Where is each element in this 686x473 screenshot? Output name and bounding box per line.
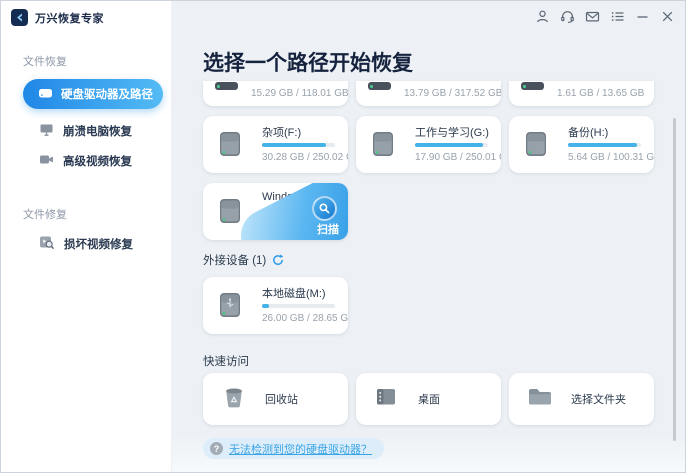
quick-access-label: 桌面	[418, 391, 440, 407]
quick-access-section: 快速访问	[203, 353, 249, 369]
drive-name: 备份(H:)	[568, 124, 608, 140]
drive-size: 13.79 GB / 317.52 GB	[404, 88, 501, 99]
drive-card-f[interactable]: 杂项(F:) 30.28 GB / 250.02 GB	[203, 116, 348, 173]
refresh-icon[interactable]	[272, 254, 284, 266]
section-file-recovery: 文件恢复	[23, 53, 67, 69]
scan-button[interactable]	[312, 196, 337, 221]
usage-bar	[568, 143, 641, 147]
hard-drive-icon	[38, 85, 53, 103]
quick-access-label: 选择文件夹	[571, 391, 626, 407]
page-title: 选择一个路径开始恢复	[203, 47, 413, 77]
support-headset-icon[interactable]	[559, 8, 575, 24]
sidebar-item-video-recovery[interactable]: 高级视频恢复	[39, 152, 132, 170]
drive-card-partial[interactable]: 13.79 GB / 317.52 GB	[356, 81, 501, 106]
app-window: 万兴恢复专家 文件恢复 硬盘驱动器及路径 崩溃电脑恢复 高级视频恢复 文件修复	[0, 0, 686, 473]
hard-drive-icon	[368, 129, 398, 164]
feedback-mail-icon[interactable]	[584, 8, 600, 24]
desktop-icon	[374, 385, 398, 414]
minimize-icon[interactable]	[634, 8, 650, 24]
quick-access-select-folder[interactable]: 选择文件夹	[509, 373, 654, 425]
drive-card-h[interactable]: 备份(H:) 5.64 GB / 100.31 GB	[509, 116, 654, 173]
external-devices-label: 外接设备 (1)	[203, 252, 266, 268]
sidebar-item-label: 硬盘驱动器及路径	[61, 86, 153, 102]
external-drive-row: 本地磁盘(M:) 26.00 GB / 28.65 GB	[203, 277, 655, 334]
drive-size: 17.90 GB / 250.01 GB	[415, 152, 501, 163]
drive-name: 本地磁盘(M:)	[262, 285, 326, 301]
hard-drive-icon	[368, 82, 391, 90]
sidebar-item-video-repair[interactable]: 损坏视频修复	[39, 234, 133, 253]
menu-list-icon[interactable]	[609, 8, 625, 24]
drive-row-partial: 15.29 GB / 118.01 GB 13.79 GB / 317.52 G…	[203, 81, 655, 106]
drive-name: 工作与学习(G:)	[415, 124, 489, 140]
recoverit-logo-icon	[11, 9, 28, 26]
sidebar-item-drives-selected[interactable]: 硬盘驱动器及路径	[23, 79, 163, 109]
drive-size: 1.61 GB / 13.65 GB	[557, 88, 644, 99]
app-logo: 万兴恢复专家	[11, 9, 104, 26]
drive-not-detected-notice: ? 无法检测到您的硬盘驱动器？	[203, 438, 384, 459]
computer-monitor-icon	[39, 122, 54, 140]
help-icon: ?	[210, 442, 223, 455]
quick-access-label: 快速访问	[203, 353, 249, 369]
drive-size: 15.29 GB / 118.01 GB	[251, 88, 348, 99]
quick-access-label: 回收站	[265, 391, 298, 407]
external-devices-section: 外接设备 (1)	[203, 252, 284, 268]
drive-card-partial[interactable]: 15.29 GB / 118.01 GB	[203, 81, 348, 106]
app-title: 万兴恢复专家	[35, 10, 104, 26]
sidebar-item-label: 高级视频恢复	[63, 153, 132, 169]
video-repair-magnifier-icon	[39, 234, 55, 253]
titlebar-actions	[534, 8, 675, 24]
sidebar-item-label: 损坏视频修复	[64, 236, 133, 252]
section-file-repair: 文件修复	[23, 206, 67, 222]
quick-access-recycle-bin[interactable]: 回收站	[203, 373, 348, 425]
sidebar: 万兴恢复专家 文件恢复 硬盘驱动器及路径 崩溃电脑恢复 高级视频恢复 文件修复	[1, 1, 171, 472]
drive-card-m-usb[interactable]: 本地磁盘(M:) 26.00 GB / 28.65 GB	[203, 277, 348, 334]
drive-card-g[interactable]: 工作与学习(G:) 17.90 GB / 250.01 GB	[356, 116, 501, 173]
drive-size: 26.00 GB / 28.65 GB	[262, 313, 348, 324]
vertical-scrollbar-thumb[interactable]	[673, 118, 676, 441]
hard-drive-icon	[215, 82, 238, 90]
usb-drive-icon	[215, 290, 245, 325]
hard-drive-icon	[521, 129, 551, 164]
quick-access-desktop[interactable]: 桌面	[356, 373, 501, 425]
quick-access-row: 回收站 桌面 选择文件夹	[203, 373, 655, 425]
close-icon[interactable]	[659, 8, 675, 24]
hard-drive-icon	[215, 129, 245, 164]
hard-drive-icon	[521, 82, 544, 90]
drive-size: 5.64 GB / 100.31 GB	[568, 152, 654, 163]
scan-label: 扫描	[317, 221, 339, 237]
drive-row: 杂项(F:) 30.28 GB / 250.02 GB 工作与学习(G:) 17…	[203, 116, 655, 173]
usage-bar	[415, 143, 488, 147]
drive-name: 杂项(F:)	[262, 124, 301, 140]
drive-row: Windows RE tools 244.78 MB / 98 扫描	[203, 183, 655, 240]
hard-drive-icon	[215, 196, 245, 231]
account-icon[interactable]	[534, 8, 550, 24]
drive-card-partial[interactable]: 1.61 GB / 13.65 GB	[509, 81, 654, 106]
drive-card-windows-re[interactable]: Windows RE tools 244.78 MB / 98 扫描	[203, 183, 348, 240]
folder-icon	[527, 385, 553, 414]
sidebar-item-crash-recovery[interactable]: 崩溃电脑恢复	[39, 122, 132, 140]
drive-size: 30.28 GB / 250.02 GB	[262, 152, 348, 163]
usage-bar	[262, 143, 335, 147]
drive-not-detected-link[interactable]: 无法检测到您的硬盘驱动器？	[229, 441, 372, 457]
recycle-bin-icon	[221, 384, 247, 415]
usage-bar	[262, 304, 335, 308]
video-camera-icon	[39, 152, 54, 170]
sidebar-item-label: 崩溃电脑恢复	[63, 123, 132, 139]
